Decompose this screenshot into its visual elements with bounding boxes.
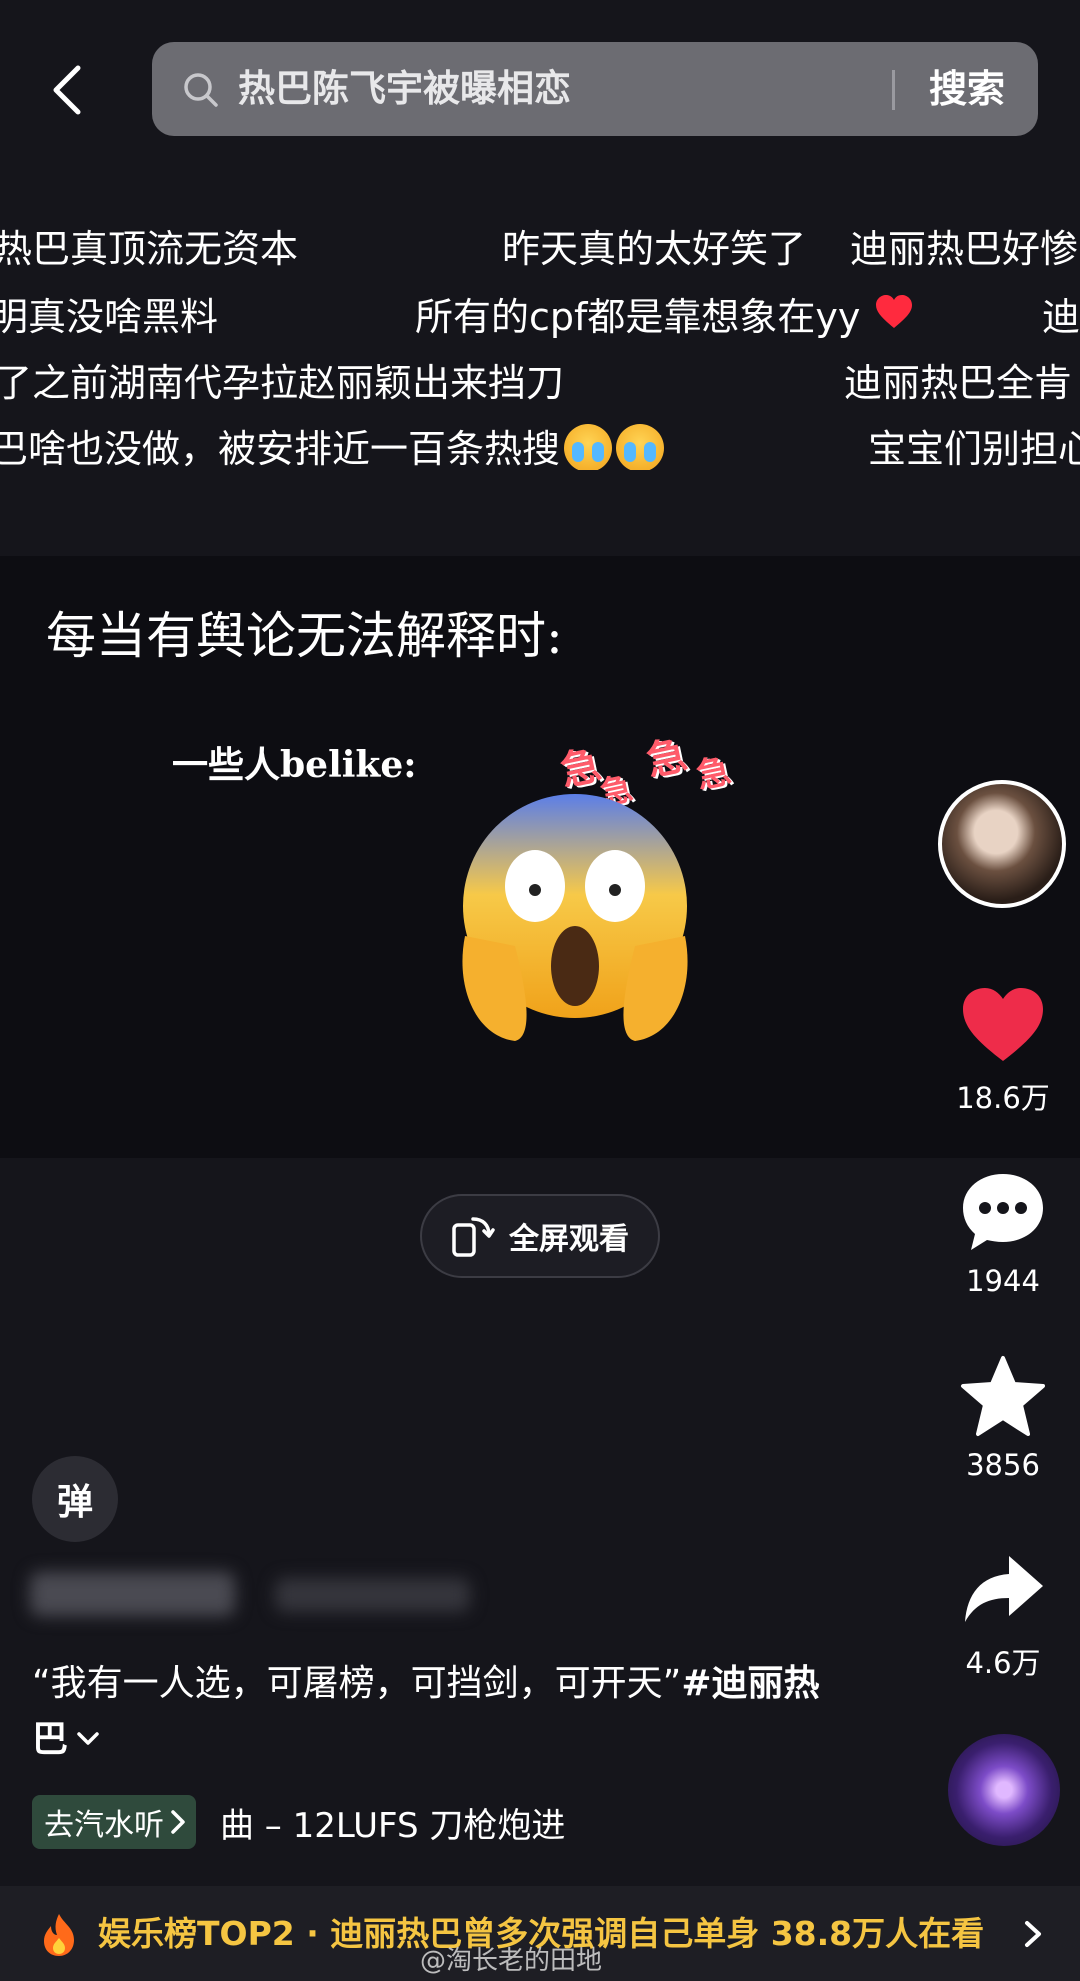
search-icon — [184, 73, 218, 107]
video-subcaption: 一些人belike: — [172, 744, 417, 786]
favorite-button[interactable]: 3856 — [938, 1354, 1068, 1482]
share-arrow-icon — [965, 1556, 1043, 1622]
heart-icon — [963, 988, 1043, 1061]
music-row: 去汽水听 曲 – 12LUFS 刀枪炮进 — [32, 1794, 650, 1850]
danmaku-item: 巴啥也没做，被安排近一百条热搜 — [0, 427, 561, 470]
comment-count: 1944 — [966, 1264, 1040, 1298]
rotate-screen-icon — [452, 1217, 495, 1257]
video-description[interactable]: “我有一人选，可屠榜，可挡剑，可开天”#迪丽热巴 — [32, 1656, 832, 1768]
star-icon — [961, 1356, 1045, 1436]
danmaku-item: 了之前湖南代孕拉赵丽颖出来挡刀 — [0, 361, 565, 405]
top-bar: 热巴陈飞宇被曝相恋 搜索 — [0, 0, 1080, 170]
danmaku-item: 迪丽热巴好惨 — [850, 227, 1079, 271]
crying-emoji-icon — [616, 424, 665, 470]
heart-icon — [874, 294, 914, 334]
danmaku-toggle-button[interactable]: 弹 — [32, 1456, 118, 1542]
search-bar[interactable]: 热巴陈飞宇被曝相恋 搜索 — [152, 42, 1038, 136]
comment-icon — [963, 1174, 1043, 1250]
search-button[interactable]: 搜索 — [912, 42, 1022, 136]
danmaku-item: 所有的cpf都是靠想象在yy — [415, 295, 861, 339]
sticker-text: 急 — [692, 750, 735, 798]
search-divider — [892, 70, 895, 110]
video-caption: 每当有舆论无法解释时: — [46, 607, 563, 665]
share-count: 4.6万 — [965, 1646, 1041, 1680]
sticker-text: 急 — [642, 732, 692, 786]
screaming-face-emoji-icon — [462, 794, 688, 1041]
danmaku-area: 热巴真顶流无资本 昨天真的太好笑了 迪丽热巴好惨 明真没啥黑料 所有的cpf都是… — [0, 200, 1080, 470]
fullscreen-button[interactable]: 全屏观看 — [420, 1194, 660, 1278]
danmaku-item-with-heart: 所有的cpf都是靠想象在yy — [415, 286, 914, 341]
danmaku-item: 宝宝们别担心 — [868, 427, 1080, 470]
post-date-redacted — [275, 1578, 470, 1612]
favorite-count: 3856 — [966, 1448, 1040, 1482]
like-count: 18.6万 — [956, 1081, 1050, 1115]
danmaku-item: 昨天真的太好笑了 — [502, 227, 807, 271]
music-disc[interactable] — [948, 1734, 1060, 1846]
danmaku-item-with-emoji: 巴啥也没做，被安排近一百条热搜 — [0, 418, 665, 470]
comment-button[interactable]: 1944 — [938, 1170, 1068, 1298]
qishui-listen-button[interactable]: 去汽水听 — [32, 1795, 196, 1849]
description-text: “我有一人选，可屠榜，可挡剑，可开天” — [32, 1663, 682, 1704]
danmaku-item: 热巴真顶流无资本 — [0, 227, 299, 271]
crying-emoji-icon — [564, 424, 613, 470]
danmaku-item: 迪丽热巴全肯 — [844, 361, 1073, 405]
author-avatar[interactable] — [938, 780, 1066, 908]
chevron-down-icon[interactable] — [76, 1731, 100, 1747]
qishui-label: 去汽水听 — [44, 1808, 164, 1843]
author-name-blurred[interactable] — [30, 1568, 470, 1618]
music-title[interactable]: 曲 – 12LUFS 刀枪炮进 — [220, 1798, 650, 1847]
danmaku-item: 迪 — [1042, 295, 1080, 339]
share-button[interactable]: 4.6万 — [938, 1550, 1068, 1682]
like-button[interactable]: 18.6万 — [938, 985, 1068, 1117]
chevron-left-icon — [53, 65, 81, 115]
fire-icon — [44, 1914, 74, 1956]
author-name-redacted — [30, 1572, 235, 1616]
video-player[interactable]: 每当有舆论无法解释时: 一些人belike: 急 急 急 急 — [0, 556, 1080, 1158]
search-input[interactable]: 热巴陈飞宇被曝相恋 — [238, 42, 571, 136]
chevron-right-icon — [171, 1810, 185, 1834]
danmaku-item: 明真没啥黑料 — [0, 295, 219, 339]
chevron-right-icon — [1025, 1921, 1041, 1947]
back-button[interactable] — [42, 60, 92, 120]
watermark: @淘长老的田地 — [420, 1946, 603, 1976]
fullscreen-label: 全屏观看 — [509, 1222, 629, 1257]
